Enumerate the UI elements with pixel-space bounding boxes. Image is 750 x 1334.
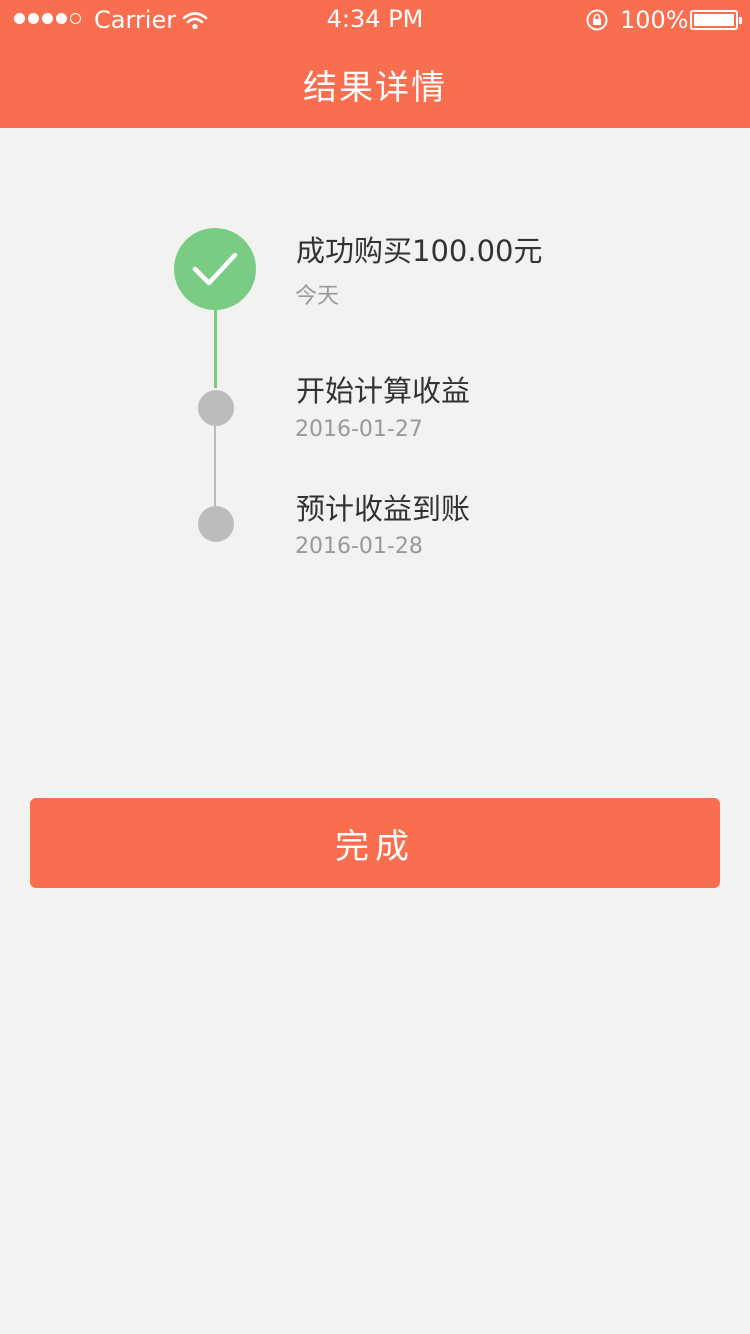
battery-icon bbox=[690, 10, 742, 30]
step-date: 今天 bbox=[295, 284, 340, 309]
pending-step-dot bbox=[198, 506, 234, 542]
timeline-connector-done bbox=[214, 308, 217, 388]
rotation-lock-icon bbox=[585, 8, 609, 38]
page-title: 结果详情 bbox=[303, 68, 447, 108]
step-title: 预计收益到账 bbox=[296, 492, 471, 526]
step-title: 成功购买100.00元 bbox=[296, 234, 543, 268]
step-date: 2016-01-28 bbox=[295, 534, 423, 559]
status-bar: Carrier 4:34 PM 100% bbox=[0, 0, 750, 40]
step-date: 2016-01-27 bbox=[295, 417, 423, 442]
battery-percentage: 100% bbox=[620, 6, 689, 34]
pending-step-dot bbox=[198, 390, 234, 426]
header-bar: Carrier 4:34 PM 100% 结果详情 bbox=[0, 0, 750, 128]
step-title: 开始计算收益 bbox=[296, 374, 471, 408]
progress-timeline: 成功购买100.00元 今天 开始计算收益 2016-01-27 预计收益到账 … bbox=[0, 128, 750, 608]
done-button[interactable]: 完成 bbox=[30, 798, 720, 888]
check-icon bbox=[174, 228, 256, 310]
